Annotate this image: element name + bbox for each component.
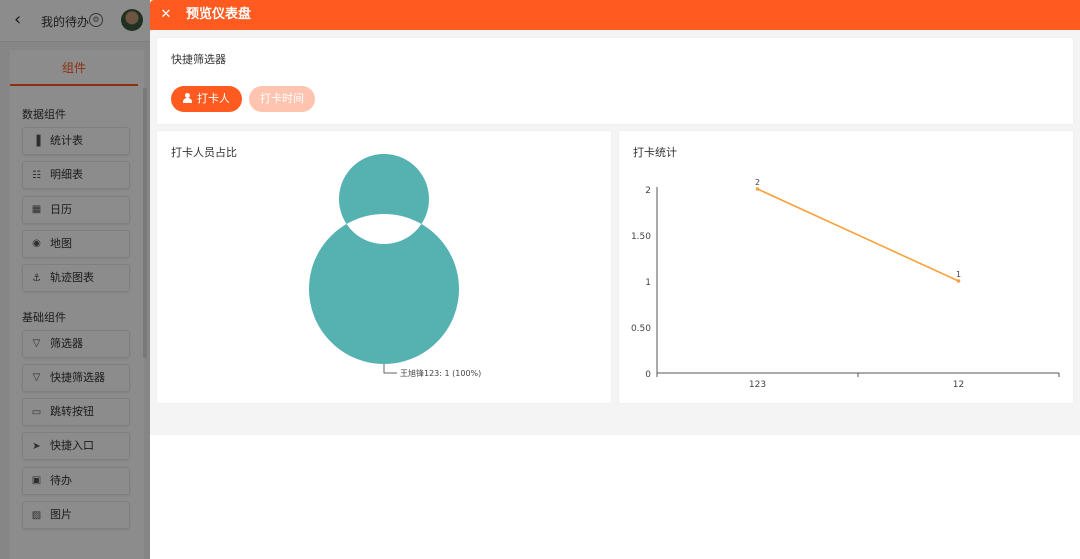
filter-button-label: 打卡时间 [260,92,304,105]
filter-button-label: 打卡人 [197,92,230,105]
data-label: 1 [956,270,961,279]
pie-leader-line [383,364,397,374]
y-tick-label: 0.50 [631,324,651,334]
y-tick-label: 1 [645,278,651,288]
x-tick-label: 123 [749,380,766,390]
drawer-title: 预览仪表盘 [186,7,252,22]
y-tick-label: 0 [645,370,651,380]
data-label: 2 [755,178,760,187]
empty-area [150,435,1080,559]
pie-data-label: 王旭锋123: 1 (100%) [400,368,481,378]
drawer-header: ✕ 预览仪表盘 [150,0,1080,30]
pie-chart-card: 打卡人员占比 王旭锋123: 1 (100%) [157,131,611,403]
close-icon[interactable]: ✕ [158,6,174,24]
x-tick-label: 12 [953,380,964,390]
quick-filter-title: 快捷筛选器 [171,53,226,66]
pie-slice [308,154,459,364]
y-tick-label: 1.50 [631,232,651,242]
line-chart: 0 0.50 1 1.50 2 123 12 2 1 [631,178,1060,390]
y-tick-label: 2 [645,186,651,196]
data-point [956,279,961,283]
filter-button-checkin-time[interactable]: 打卡时间 [249,86,315,112]
donut-chart: 王旭锋123: 1 (100%) [308,154,481,378]
modal-mask[interactable] [0,0,150,559]
data-point [755,187,760,191]
filter-button-checkin-person[interactable]: 打卡人 [171,86,242,112]
line-chart-card: 打卡统计 0 0.50 1 1.50 2 123 12 2 1 [619,131,1073,403]
drawer-body: 快捷筛选器 打卡人 打卡时间 打卡人员占比 王旭锋123: 1 (100%) 打… [150,30,1080,559]
quick-filter-card: 快捷筛选器 打卡人 打卡时间 [157,38,1073,124]
preview-dashboard-drawer: ✕ 预览仪表盘 快捷筛选器 打卡人 打卡时间 打卡人员占比 王旭锋123: 1 … [150,0,1080,559]
person-icon [183,93,192,103]
series-line [757,188,959,282]
